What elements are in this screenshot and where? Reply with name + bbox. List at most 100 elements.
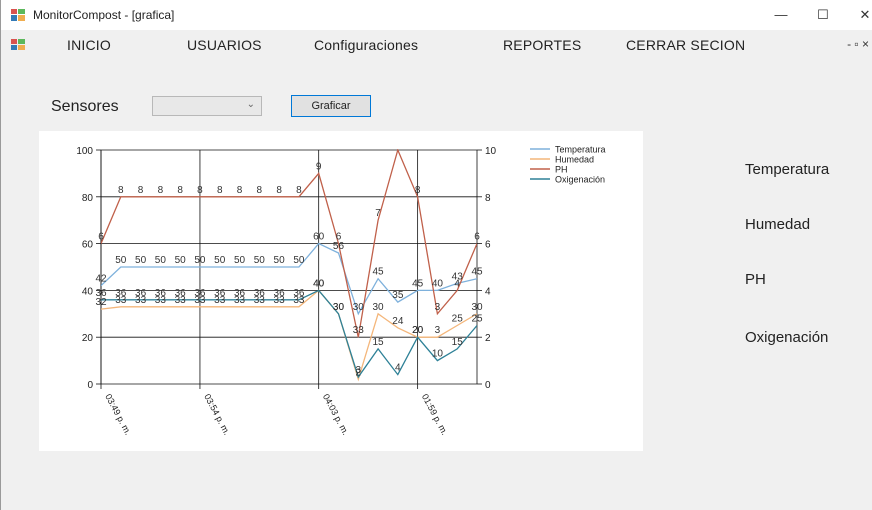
data-label: 6	[336, 232, 342, 243]
data-label: 50	[293, 255, 305, 266]
data-label: 8	[118, 185, 124, 196]
data-label: 24	[392, 316, 404, 327]
data-label: 8	[177, 185, 183, 196]
y-right-tick-label: 8	[485, 193, 491, 204]
label-ph: PH	[745, 271, 766, 288]
data-label: 36	[115, 288, 127, 299]
data-label: 30	[333, 302, 345, 313]
data-label: 30	[471, 302, 483, 313]
data-label: 36	[155, 288, 167, 299]
label-temperatura: Temperatura	[745, 161, 830, 178]
x-tick-label: 03:49 p. m.	[103, 392, 133, 436]
graficar-button[interactable]: Graficar	[291, 95, 371, 117]
data-label: 60	[313, 232, 325, 243]
data-label: 50	[175, 255, 187, 266]
data-label: 36	[95, 288, 107, 299]
data-label: 8	[197, 185, 203, 196]
data-label: 36	[234, 288, 246, 299]
data-label: 36	[194, 288, 206, 299]
data-label: 3	[435, 325, 441, 336]
data-label: 8	[138, 185, 144, 196]
data-label: 50	[254, 255, 266, 266]
y-left-tick-label: 60	[82, 240, 94, 251]
data-label: 25	[452, 314, 464, 325]
chevron-down-icon: ⌄	[246, 99, 255, 110]
sensores-label: Sensores	[51, 98, 119, 115]
data-label: 8	[276, 185, 282, 196]
data-label: 6	[98, 232, 104, 243]
sensor-dropdown[interactable]: ⌄	[152, 96, 262, 116]
menu-usuarios[interactable]: USUARIOS	[187, 37, 262, 53]
y-left-tick-label: 80	[82, 193, 94, 204]
x-tick-label: 03:54 p. m.	[202, 392, 232, 436]
y-left-tick-label: 0	[87, 380, 93, 391]
data-label: 8	[296, 185, 302, 196]
data-label: 8	[237, 185, 243, 196]
y-left-tick-label: 40	[82, 286, 94, 297]
data-label: 50	[135, 255, 147, 266]
data-label: 45	[372, 267, 384, 278]
data-label: 8	[415, 185, 421, 196]
data-label: 9	[316, 161, 322, 172]
legend-entry: Humedad	[555, 155, 594, 165]
data-label: 8	[257, 185, 263, 196]
x-tick-label: 01:59 p. m.	[420, 392, 450, 436]
data-label: 50	[214, 255, 226, 266]
chart-panel: 0 0 20 2 40 4 60 6 80 8 100 10 03:49 p. m. 03:54 p. m…	[39, 131, 643, 451]
data-label: 50	[194, 255, 206, 266]
data-label: 36	[254, 288, 266, 299]
data-label: 33	[353, 325, 365, 336]
data-label: 3	[435, 302, 441, 313]
label-humedad: Humedad	[745, 216, 811, 233]
data-label: 42	[95, 274, 107, 285]
legend-entry: Temperatura	[555, 145, 606, 155]
y-right-tick-label: 2	[485, 333, 491, 344]
data-label: 36	[274, 288, 286, 299]
data-label: 30	[353, 302, 365, 313]
y-right-tick-label: 4	[485, 286, 491, 297]
close-button[interactable]: ✕	[847, 4, 872, 26]
y-right-tick-label: 10	[485, 146, 497, 157]
data-label: 8	[158, 185, 164, 196]
sensor-chart: 0 0 20 2 40 4 60 6 80 8 100 10 03:49 p. m. 03:54 p. m…	[76, 145, 606, 437]
legend-entry: Oxigenación	[555, 175, 605, 185]
mdi-child-icon[interactable]	[11, 39, 25, 50]
y-right-tick-label: 6	[485, 240, 491, 251]
title-bar: MonitorCompost - [grafica] — ☐ ✕	[1, 0, 872, 30]
data-label: 4	[454, 278, 460, 289]
menu-reportes[interactable]: REPORTES	[503, 37, 581, 53]
data-label: 3	[355, 365, 361, 376]
data-label: 4	[395, 363, 401, 374]
main-window: MonitorCompost - [grafica] — ☐ ✕ INICIO …	[0, 0, 872, 510]
data-label: 36	[135, 288, 147, 299]
data-label: 15	[452, 337, 464, 348]
data-label: 25	[471, 314, 483, 325]
y-left-tick-label: 20	[82, 333, 94, 344]
minimize-button[interactable]: —	[763, 4, 799, 26]
data-label: 8	[217, 185, 223, 196]
menu-configuraciones[interactable]: Configuraciones	[314, 37, 418, 53]
window-title: MonitorCompost - [grafica]	[33, 8, 175, 22]
data-label: 35	[392, 290, 404, 301]
menu-inicio[interactable]: INICIO	[67, 37, 111, 53]
legend-entry: PH	[555, 165, 568, 175]
data-label: 50	[155, 255, 167, 266]
data-label: 45	[471, 267, 483, 278]
x-tick-label: 04:03 p. m.	[321, 392, 351, 436]
data-label: 10	[432, 349, 444, 360]
maximize-button[interactable]: ☐	[805, 4, 841, 26]
data-label: 45	[412, 278, 424, 289]
data-label: 6	[474, 232, 480, 243]
data-label: 50	[115, 255, 127, 266]
data-label: 36	[293, 288, 305, 299]
menu-cerrar-sesion[interactable]: CERRAR SECION	[626, 37, 745, 53]
mdi-window-controls[interactable]: - ▫ ×	[847, 37, 869, 51]
data-label: 40	[313, 278, 325, 289]
data-label: 30	[372, 302, 384, 313]
app-icon	[11, 9, 25, 21]
data-label: 36	[214, 288, 226, 299]
data-label: 56	[333, 241, 345, 252]
data-label: 15	[372, 337, 384, 348]
data-label: 50	[234, 255, 246, 266]
data-label: 36	[175, 288, 187, 299]
